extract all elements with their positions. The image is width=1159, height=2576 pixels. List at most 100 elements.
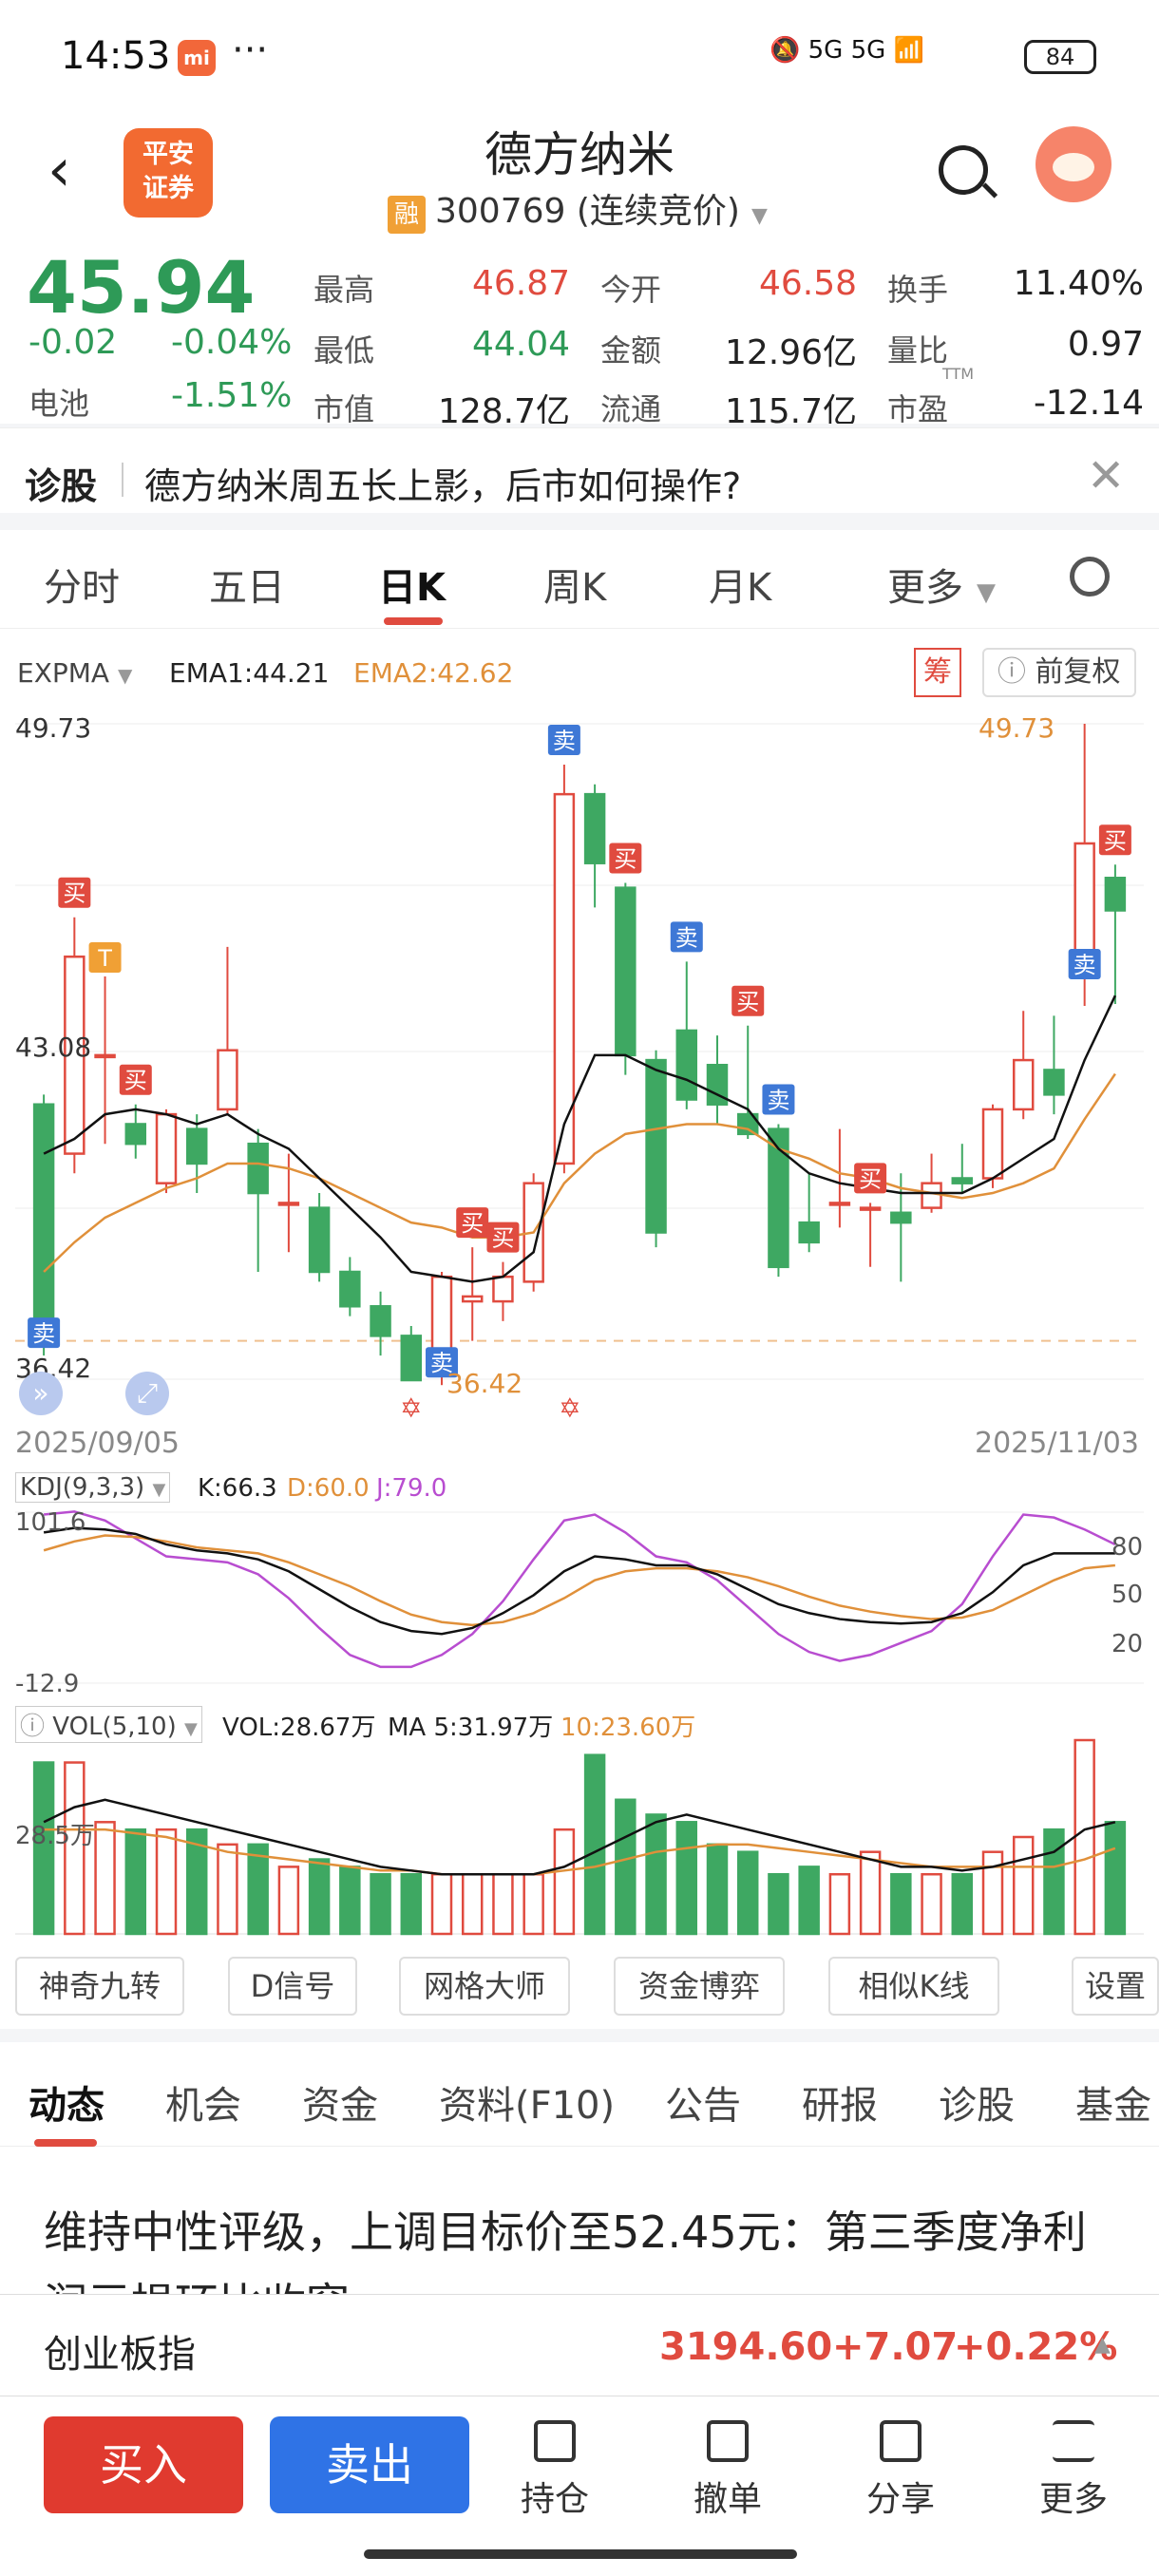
index-name: 创业板指 <box>44 2333 196 2377</box>
candle-body <box>32 1103 55 1342</box>
volume-bar <box>339 1866 361 1936</box>
kline-chart-svg[interactable]: 卖买T买卖买买卖买卖买卖买卖买✡ ✡ <box>0 629 1159 1959</box>
tab-diagnosis[interactable]: 诊股 <box>939 2074 1015 2130</box>
info-icon: ⓘ <box>20 1713 46 1741</box>
quote-label: 量比 <box>887 332 949 369</box>
ema2-line <box>43 1072 1116 1273</box>
volume-bar <box>1043 1828 1065 1936</box>
candle-body <box>645 1058 667 1234</box>
assistant-avatar[interactable] <box>1036 126 1112 202</box>
cancel-order-icon <box>707 2420 749 2462</box>
chevron-down-icon: ▼ <box>977 578 996 607</box>
cancel-order-button[interactable]: 撤单 <box>671 2420 785 2521</box>
volume-bar <box>461 1872 484 1936</box>
signal-label: 买 <box>124 1068 147 1094</box>
indicator-label: EXPMA <box>17 657 110 689</box>
kdj-d-label: D:60.0 <box>287 1474 370 1503</box>
tab-weekly-k[interactable]: 周K <box>543 557 606 612</box>
tab-fund[interactable]: 基金 <box>1075 2074 1151 2130</box>
holdings-button[interactable]: 持仓 <box>498 2420 612 2521</box>
volume-bar <box>277 1866 300 1936</box>
signal-label: T <box>97 945 112 972</box>
signal-label: 卖 <box>1074 952 1096 978</box>
tab-news[interactable]: 动态 <box>28 2074 104 2130</box>
tab-daily-k[interactable]: 日K <box>378 557 446 612</box>
volume-bar <box>706 1843 729 1936</box>
more-button[interactable]: 更多 <box>1016 2420 1130 2521</box>
chevron-down-icon: ▼ <box>750 204 768 228</box>
tab-opportunity[interactable]: 机会 <box>165 2074 241 2130</box>
tab-capital[interactable]: 资金 <box>302 2074 378 2130</box>
kdj-level-50: 50 <box>1112 1581 1144 1609</box>
d-signal-button[interactable]: D信号 <box>228 1957 357 2016</box>
tab-intraday[interactable]: 分时 <box>44 557 120 612</box>
tool-button-row: 神奇九转 D信号 网格大师 资金博弈 相似K线 设置 <box>0 1957 1159 2025</box>
quote-label: 最高 <box>314 272 375 308</box>
candle-body <box>94 1053 116 1059</box>
gear-icon[interactable] <box>1070 557 1110 597</box>
close-icon[interactable]: ✕ <box>1087 449 1125 502</box>
quote-value: 11.40% <box>1013 264 1144 303</box>
tab-five-day[interactable]: 五日 <box>209 557 285 612</box>
tab-monthly-k[interactable]: 月K <box>709 557 771 612</box>
chip-distribution-button[interactable]: 筹 <box>914 648 961 697</box>
signal-text: 5G 5G <box>808 36 886 65</box>
similar-kline-button[interactable]: 相似K线 <box>828 1957 999 2016</box>
settings-button[interactable]: 设置 <box>1072 1957 1159 2016</box>
candle-body <box>921 1182 942 1209</box>
candle-body <box>247 1142 269 1195</box>
volume-bar <box>124 1828 147 1936</box>
signal-icons: 🔕 5G 5G 📶 <box>770 36 924 65</box>
candle-body <box>1104 877 1127 912</box>
kdj-k-label: K:66.3 <box>198 1474 277 1503</box>
grid-master-button[interactable]: 网格大师 <box>399 1957 570 2016</box>
share-button[interactable]: 分享 <box>844 2420 958 2521</box>
cancel-order-label: 撤单 <box>693 2480 762 2519</box>
magic-nine-button[interactable]: 神奇九转 <box>15 1957 184 2016</box>
candle-body <box>675 1029 698 1101</box>
fullscreen-icon[interactable]: ⤢ <box>125 1372 169 1415</box>
battery-indicator: 84 <box>1024 40 1096 74</box>
indicator-name[interactable]: EXPMA ▼ <box>17 657 132 689</box>
info-icon: ⓘ <box>998 655 1026 689</box>
quote-panel: 45.94 -0.02 -0.04% 电池 -1.51% 最高 46.87 今开 46… <box>0 237 1159 431</box>
volume-bar <box>921 1872 942 1936</box>
signal-label: 买 <box>63 881 86 907</box>
adjust-label: 前复权 <box>1035 655 1121 689</box>
candle-body <box>308 1206 331 1274</box>
volume-bar <box>1104 1821 1127 1936</box>
capital-game-button[interactable]: 资金博弈 <box>614 1957 785 2016</box>
chevron-up-icon[interactable]: ▲ <box>1094 2333 1111 2357</box>
signal-label: 卖 <box>675 924 698 951</box>
volume-bar <box>859 1850 882 1936</box>
tab-f10[interactable]: 资料(F10) <box>439 2074 615 2130</box>
candle-body <box>492 1275 514 1303</box>
holdings-icon <box>534 2420 576 2462</box>
tab-announcement[interactable]: 公告 <box>665 2074 741 2130</box>
buy-button[interactable]: 买入 <box>44 2416 243 2513</box>
vol-selector[interactable]: ⓘ VOL(5,10) ▼ <box>15 1706 202 1743</box>
kdj-selector[interactable]: KDJ(9,3,3) ▼ <box>15 1472 171 1503</box>
sector-name[interactable]: 电池 <box>28 380 89 424</box>
diagnosis-text[interactable]: 德方纳米周五长上影，后市如何操作? <box>144 457 741 509</box>
news-headline[interactable]: 维持中性评级，上调目标价至52.45元：第三季度净利润亏损环比收窄 <box>44 2196 1127 2294</box>
candle-body <box>615 886 636 1057</box>
vol-ma5-label: MA 5:31.97万 <box>388 1714 554 1742</box>
search-icon[interactable] <box>939 145 988 195</box>
news-item[interactable]: 维持中性评级，上调目标价至52.45元：第三季度净利润亏损环比收窄 <box>0 2156 1159 2294</box>
index-value: 3194.60 <box>659 2325 833 2369</box>
tab-more[interactable]: 更多 ▼ <box>887 557 996 612</box>
tab-research[interactable]: 研报 <box>802 2074 878 2130</box>
quote-value: 0.97 <box>1067 325 1144 364</box>
chevron-down-icon: ▼ <box>117 664 133 687</box>
stock-code-line[interactable]: 融 300769 (连续竞价) ▼ <box>388 183 768 234</box>
adjust-button[interactable]: ⓘ 前复权 <box>982 648 1136 697</box>
signal-label: 买 <box>1104 827 1127 854</box>
more-label: 更多 <box>1038 2480 1108 2519</box>
index-bar[interactable]: 创业板指 3194.60 +7.07 +0.22% ▲ <box>0 2294 1159 2396</box>
index-pct: +0.22% <box>954 2325 1118 2369</box>
vol-label: VOL(5,10) <box>52 1713 177 1741</box>
sell-button[interactable]: 卖出 <box>270 2416 469 2513</box>
expand-left-icon[interactable]: » <box>19 1372 63 1415</box>
kline-chart-area[interactable]: 卖买 T 买卖买买卖买卖买卖买卖买 ✡ ✡ EXPMA ▼ EMA1:44.21 EMA… <box>0 629 1159 1959</box>
